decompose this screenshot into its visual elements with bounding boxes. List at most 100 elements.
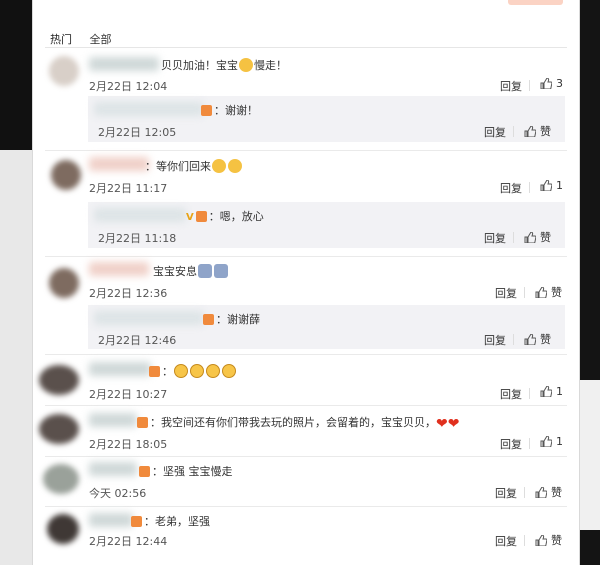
- comment-item: ： 2月22日 10:27 回复 1: [33, 357, 579, 403]
- like-count: 1: [556, 435, 563, 448]
- avatar[interactable]: [43, 464, 79, 494]
- tab-all[interactable]: 全部: [90, 33, 112, 46]
- reply-button[interactable]: 回复: [484, 230, 506, 246]
- comment-text: ：老弟，坚强: [131, 513, 210, 529]
- comment-time: 2月22日 18:05: [89, 438, 168, 451]
- like-button[interactable]: 1: [540, 435, 563, 448]
- reply-button[interactable]: 回复: [495, 485, 517, 501]
- reply-button[interactable]: 回复: [495, 533, 517, 549]
- comment-item: ：坚强 宝宝慢走 今天 02:56 回复 赞: [33, 458, 579, 506]
- username[interactable]: [89, 262, 149, 276]
- action-separator: [524, 487, 525, 498]
- like-count: 3: [556, 77, 563, 90]
- member-badge-icon: [149, 366, 160, 377]
- tab-hot[interactable]: 热门: [50, 33, 72, 46]
- comment-tabs: 热门 全部: [50, 31, 126, 47]
- member-badge-icon: [139, 466, 150, 477]
- member-badge-icon: [203, 314, 214, 325]
- comment-text: ：坚强 宝宝慢走: [139, 463, 233, 479]
- avatar[interactable]: [49, 56, 79, 86]
- member-badge-icon: [131, 516, 142, 527]
- action-separator: [513, 126, 514, 137]
- comment-item: ：老弟，坚强 2月22日 12:44 回复 赞: [33, 508, 579, 558]
- comment-text: 贝贝加油！宝宝 慢走！: [161, 58, 287, 72]
- avatar[interactable]: [51, 160, 81, 190]
- reply-box: ：谢谢薛 2月22日 12:46 回复 赞: [88, 305, 565, 349]
- thumb-up-icon: [535, 287, 547, 298]
- comment-divider: [45, 354, 567, 355]
- reply-time: 2月22日 11:18: [98, 232, 177, 245]
- comment-divider: [45, 150, 567, 151]
- avatar[interactable]: [47, 514, 79, 544]
- like-count: 1: [556, 385, 563, 398]
- thumb-up-icon: [524, 232, 536, 243]
- crying-emoji-icon: [222, 364, 236, 378]
- like-button[interactable]: 赞: [524, 331, 551, 347]
- username[interactable]: [89, 513, 133, 527]
- action-separator: [529, 80, 530, 91]
- avatar[interactable]: [39, 414, 79, 444]
- thumb-up-icon: [535, 487, 547, 498]
- comment-time: 2月22日 12:44: [89, 535, 168, 548]
- reply-username[interactable]: [94, 311, 204, 325]
- username[interactable]: [89, 157, 149, 171]
- comment-divider: [45, 405, 567, 406]
- thumb-up-icon: [524, 334, 536, 345]
- avatar[interactable]: [39, 365, 79, 395]
- like-button[interactable]: 赞: [535, 532, 562, 548]
- comments-panel: 热门 全部 贝贝加油！宝宝 慢走！ 2月22日 12:04 回复 3 ：谢谢！ 2…: [32, 0, 580, 565]
- reply-button[interactable]: 回复: [500, 180, 522, 196]
- like-button[interactable]: 赞: [535, 284, 562, 300]
- username[interactable]: [89, 462, 137, 476]
- member-badge-icon: [201, 105, 212, 116]
- like-button[interactable]: 3: [540, 77, 563, 90]
- praying-hands-icon: [198, 264, 212, 278]
- username[interactable]: [89, 413, 137, 427]
- username[interactable]: [89, 57, 159, 71]
- reply-button[interactable]: 回复: [484, 332, 506, 348]
- reply-button[interactable]: 回复: [500, 386, 522, 402]
- reply-button[interactable]: 回复: [495, 285, 517, 301]
- reply-button[interactable]: 回复: [484, 124, 506, 140]
- like-button[interactable]: 赞: [524, 229, 551, 245]
- like-button[interactable]: 赞: [524, 123, 551, 139]
- like-button[interactable]: 1: [540, 385, 563, 398]
- comment-divider: [45, 256, 567, 257]
- action-separator: [524, 535, 525, 546]
- reply-time: 2月22日 12:05: [98, 126, 177, 139]
- reply-username[interactable]: [94, 208, 186, 222]
- member-badge-icon: [137, 417, 148, 428]
- crying-emoji-icon: [174, 364, 188, 378]
- action-separator: [513, 232, 514, 243]
- reply-button[interactable]: 回复: [500, 436, 522, 452]
- post-button[interactable]: [508, 0, 563, 5]
- reply-text: ：谢谢薛: [203, 311, 260, 327]
- comment-text: ：: [149, 363, 237, 379]
- reply-box: ：谢谢！ 2月22日 12:05 回复 赞: [88, 96, 565, 142]
- comment-divider: [45, 456, 567, 457]
- action-separator: [524, 287, 525, 298]
- username[interactable]: [89, 362, 151, 376]
- comment-text: ：我空间还有你们带我去玩的照片，会留着的，宝宝贝贝，❤❤: [137, 414, 459, 432]
- reply-username[interactable]: [94, 102, 204, 116]
- thumb-up-icon: [540, 78, 552, 89]
- thumb-up-icon: [540, 436, 552, 447]
- reply-text: ：谢谢！: [201, 102, 258, 118]
- comment-text: ：等你们回来: [145, 158, 243, 174]
- thumb-up-icon: [524, 126, 536, 137]
- comment-time: 2月22日 12:36: [89, 287, 168, 300]
- reply-button[interactable]: 回复: [500, 78, 522, 94]
- thumb-up-icon: [540, 386, 552, 397]
- reply-time: 2月22日 12:46: [98, 334, 177, 347]
- like-button[interactable]: 1: [540, 179, 563, 192]
- like-button[interactable]: 赞: [535, 484, 562, 500]
- praying-hands-icon: [214, 264, 228, 278]
- comment-item: ：等你们回来 2月22日 11:17 回复 1 V ：嗯，放心 2月22日 11:…: [33, 152, 579, 256]
- comment-item: ：我空间还有你们带我去玩的照片，会留着的，宝宝贝贝，❤❤ 2月22日 18:05…: [33, 408, 579, 454]
- emoji-icon: [228, 159, 242, 173]
- comment-time: 2月22日 11:17: [89, 182, 168, 195]
- heart-icon: ❤: [447, 416, 460, 432]
- action-separator: [529, 182, 530, 193]
- avatar[interactable]: [49, 268, 79, 298]
- comment-time: 2月22日 12:04: [89, 80, 168, 93]
